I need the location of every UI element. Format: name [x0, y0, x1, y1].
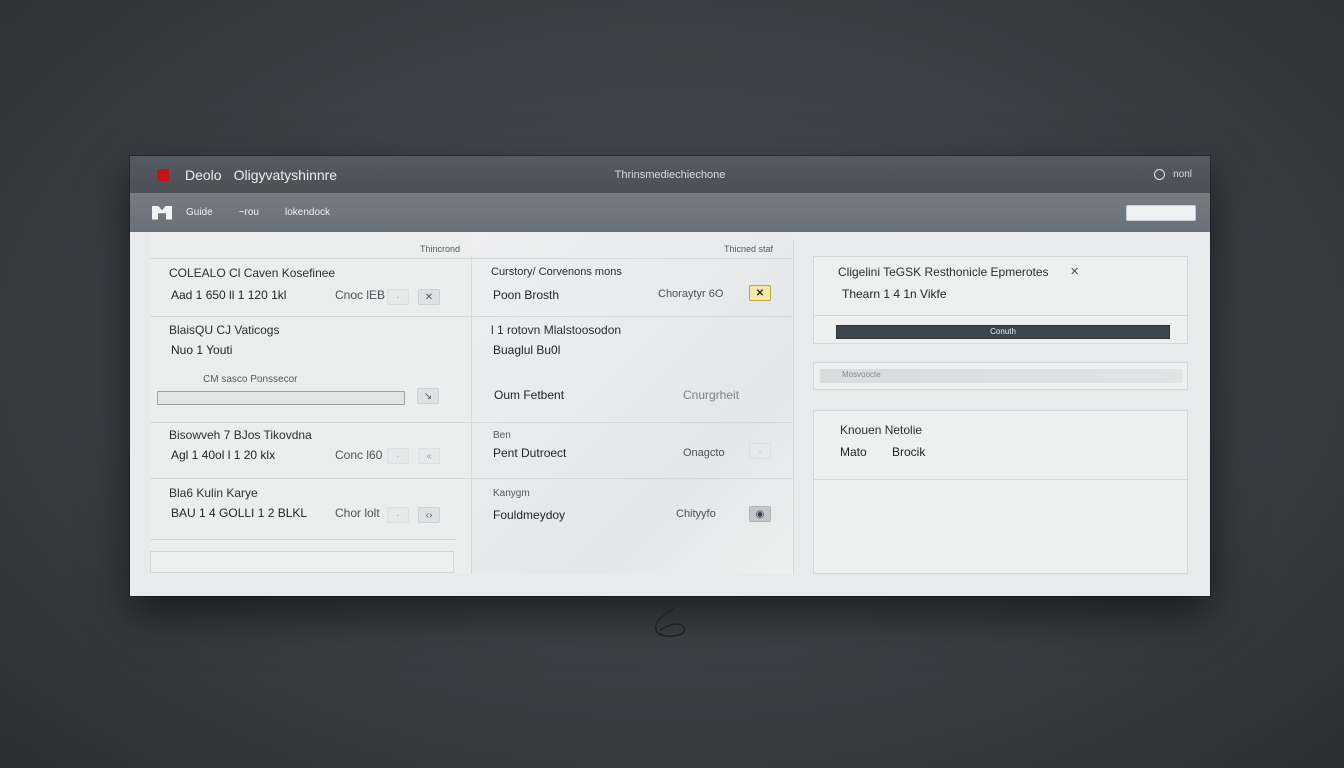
close-icon[interactable]: ✕: [1070, 265, 1079, 278]
empty-input-row[interactable]: [150, 551, 454, 573]
filter-pill[interactable]: Mosvoocte: [820, 369, 1182, 383]
row-title: Curstory/ Corvenons mons: [491, 266, 622, 278]
row-meta: Cnoc lEB: [335, 288, 386, 302]
row-action-button[interactable]: ·: [749, 443, 771, 459]
text-field[interactable]: [157, 391, 405, 405]
row-subtitle: Fouldmeydoy: [493, 508, 566, 522]
row-subtitle: Oum Fetbent: [494, 388, 565, 402]
progress-label: Conuth: [990, 327, 1016, 336]
divider: [814, 479, 1187, 480]
divider: [150, 422, 472, 423]
filter-bar[interactable]: Mosvoocte: [813, 362, 1188, 390]
list-item[interactable]: Ben Pent Dutroect Onagcto ·: [472, 424, 793, 476]
right-bottom-card: Knouen Netolie Mato Brocik: [813, 410, 1188, 574]
search-input[interactable]: [1126, 205, 1196, 221]
divider: [814, 315, 1187, 316]
list-item[interactable]: Oum Fetbent Cnurgrheit: [472, 372, 793, 420]
card-subtitle: Thearn 1 4 1n Vikfe: [842, 287, 947, 301]
account-icon[interactable]: [1154, 169, 1166, 180]
divider: [472, 478, 793, 479]
list-item[interactable]: Kanygm Fouldmeydoy Chityyfo ◉: [472, 480, 793, 536]
left-column-label: Thincrond: [420, 244, 461, 254]
row-title: COLEALO Cl Caven Kosefinee: [169, 266, 336, 280]
close-icon[interactable]: ✕: [418, 289, 440, 305]
row-subtitle: Agl 1 40ol l 1 20 klx: [171, 448, 276, 462]
row-meta: Cnurgrheit: [683, 388, 740, 402]
row-subtitle: BAU 1 4 GOLLI 1 2 BLKL: [171, 506, 308, 520]
row-meta: Onagcto: [683, 447, 725, 459]
title-bar-right-label[interactable]: nonl: [1173, 169, 1192, 180]
app-name: Deolo: [185, 166, 222, 183]
middle-panel: Thicned staf Curstory/ Corvenons mons Po…: [472, 232, 793, 574]
document-name: Oligyvatyshinnre: [233, 166, 338, 183]
field-label: CM sasco Ponssecor: [203, 374, 298, 385]
title-bar-controls: nonl: [1154, 169, 1192, 180]
row-meta: Choraytyr 6O: [658, 288, 724, 300]
toolbar-item-1[interactable]: Guide: [186, 207, 213, 218]
toolbar-item-3[interactable]: lokendock: [285, 207, 330, 218]
row-meta: Conc l60: [335, 448, 383, 462]
row-title: BlaisQU CJ Vaticogs: [169, 323, 280, 337]
card-subtitle-b: Brocik: [892, 445, 926, 459]
column-divider: [793, 240, 794, 574]
row-subtitle: Poon Brosth: [493, 288, 560, 302]
monitor-stand-icon: [655, 607, 686, 638]
row-action-button[interactable]: ·: [387, 507, 409, 523]
divider: [150, 539, 456, 540]
app-logo-icon: [157, 168, 169, 181]
rewind-icon[interactable]: «: [418, 448, 440, 464]
close-icon[interactable]: ✕: [749, 285, 771, 301]
list-item[interactable]: Curstory/ Corvenons mons Poon Brosth Cho…: [472, 258, 793, 317]
divider: [150, 478, 472, 479]
home-icon[interactable]: [152, 206, 172, 220]
filter-pill-label: Mosvoocte: [842, 370, 881, 379]
progress-bar: Conuth: [836, 325, 1170, 339]
list-item[interactable]: COLEALO Cl Caven Kosefinee Aad 1 650 ll …: [150, 258, 472, 317]
arrow-icon[interactable]: ↘: [417, 388, 439, 404]
code-icon[interactable]: ‹›: [418, 507, 440, 523]
content-area: Thincrond COLEALO Cl Caven Kosefinee Aad…: [130, 232, 1210, 596]
row-meta: Chor lolt: [335, 506, 380, 520]
list-item[interactable]: l 1 rotovn Mlalstoosodon Buaglul Bu0l: [472, 317, 793, 367]
row-title: l 1 rotovn Mlalstoosodon: [491, 323, 622, 337]
row-meta: Chityyfo: [676, 508, 716, 520]
row-title: Kanygm: [493, 488, 530, 499]
row-subtitle: Nuo 1 Youti: [171, 343, 233, 357]
row-title: Ben: [493, 430, 511, 441]
list-item[interactable]: BlaisQU CJ Vaticogs Nuo 1 Youti: [150, 317, 472, 367]
toolbar-item-2[interactable]: ~rou: [239, 207, 259, 218]
title-bar: Deolo Oligyvatyshinnre Thrinsmediechiech…: [130, 156, 1210, 193]
record-icon[interactable]: ◉: [749, 506, 771, 522]
row-title: Bisowveh 7 BJos Tikovdna: [169, 428, 312, 442]
card-title: Cligelini TeGSK Resthonicle Epmerotes: [838, 265, 1049, 279]
middle-column-label: Thicned staf: [724, 244, 774, 254]
left-panel: Thincrond COLEALO Cl Caven Kosefinee Aad…: [150, 232, 472, 574]
list-item[interactable]: Bla6 Kulin Karye BAU 1 4 GOLLI 1 2 BLKL …: [150, 480, 472, 536]
row-subtitle: Pent Dutroect: [493, 446, 567, 460]
divider: [472, 422, 793, 423]
row-subtitle: Buaglul Bu0l: [493, 343, 561, 357]
row-action-button[interactable]: ·: [387, 289, 409, 305]
card-subtitle-a: Mato: [840, 445, 867, 459]
card-title: Knouen Netolie: [840, 423, 923, 437]
row-title: Bla6 Kulin Karye: [169, 486, 258, 500]
row-subtitle: Aad 1 650 ll 1 120 1kl: [171, 288, 287, 302]
row-action-button[interactable]: ·: [387, 448, 409, 464]
right-top-card: Cligelini TeGSK Resthonicle Epmerotes ✕ …: [813, 256, 1188, 344]
toolbar: Guide ~rou lokendock: [130, 193, 1210, 232]
list-item[interactable]: Bisowveh 7 BJos Tikovdna Agl 1 40ol l 1 …: [150, 424, 472, 476]
main-window: Deolo Oligyvatyshinnre Thrinsmediechiech…: [130, 156, 1210, 596]
